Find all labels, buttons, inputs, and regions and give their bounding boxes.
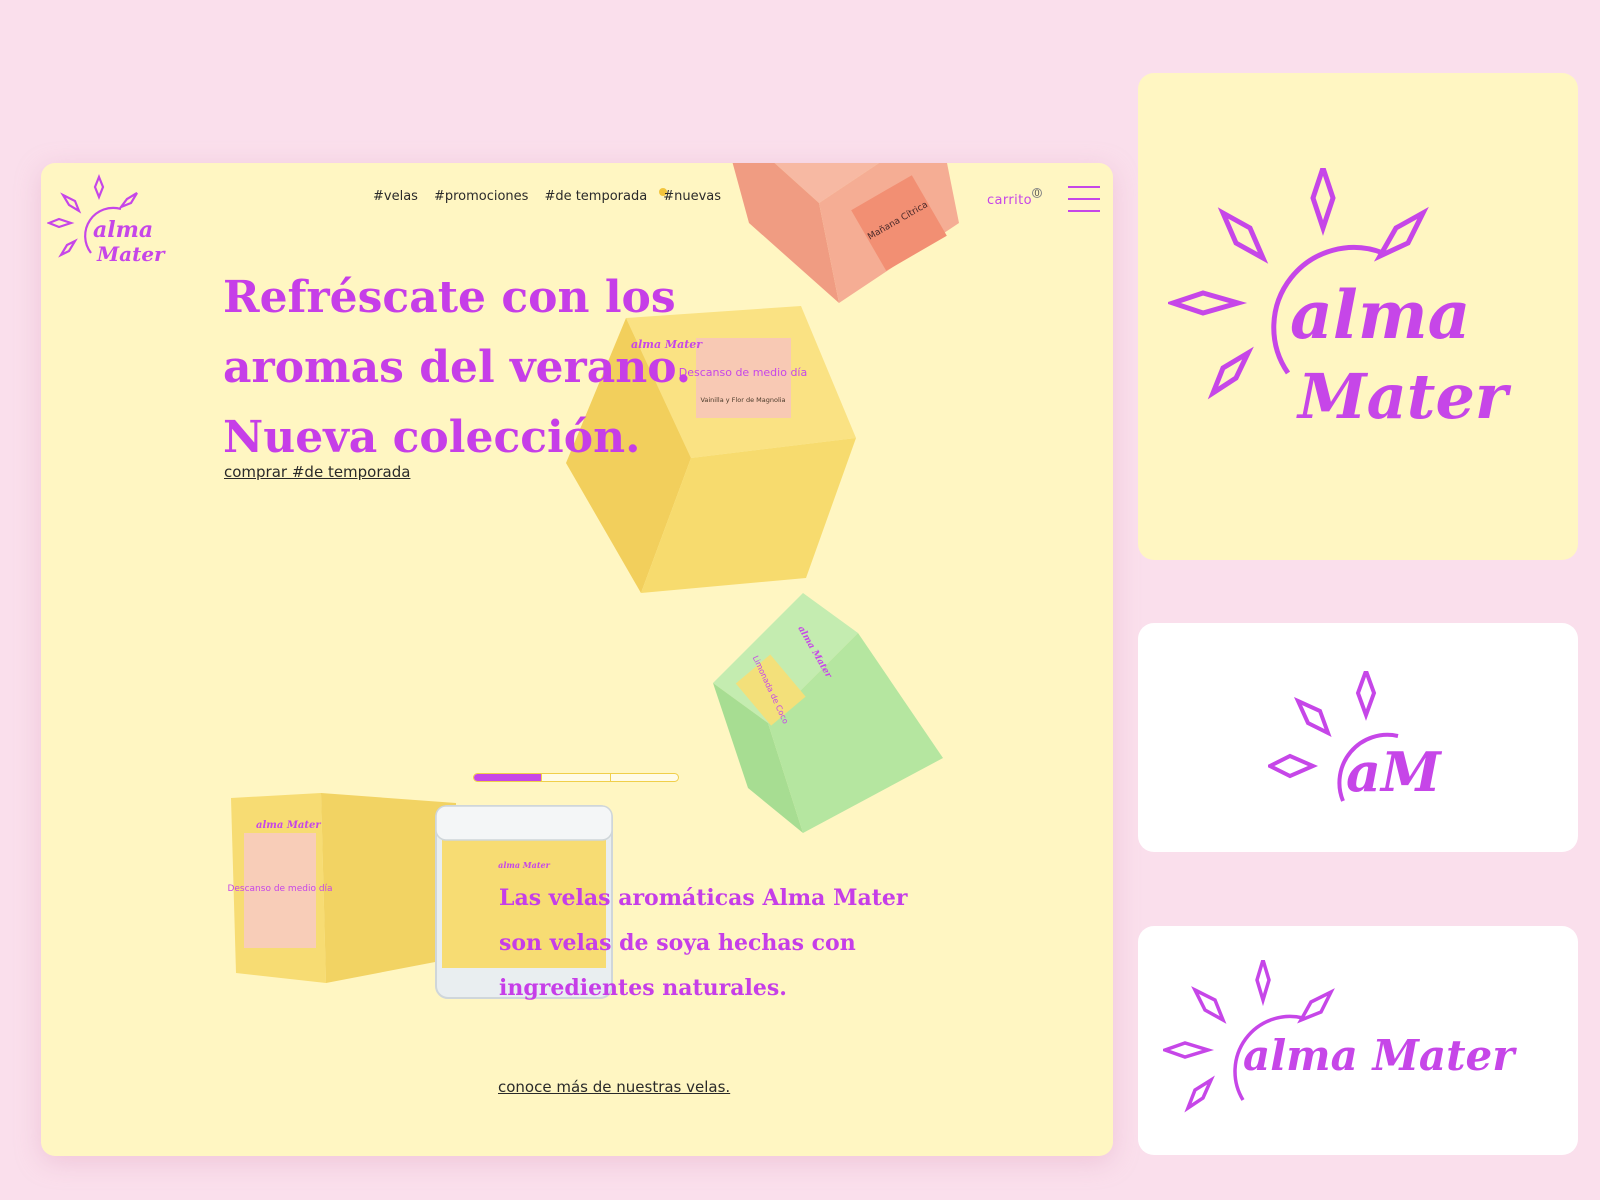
hero-title-line-2: aromas del verano. — [223, 342, 692, 393]
learn-more-link[interactable]: conoce más de nuestras velas. — [498, 1078, 730, 1096]
logo-card-primary: alma Mater — [1138, 73, 1578, 560]
carousel-dot-3[interactable] — [611, 774, 678, 781]
alma-mater-logo[interactable]: alma Mater — [47, 171, 187, 267]
nav-item-promociones[interactable]: #promociones — [434, 189, 529, 204]
svg-text:Mater: Mater — [96, 242, 166, 266]
jar-brand: alma Mater — [498, 860, 550, 870]
about-description: Las velas aromáticas Alma Mater son vela… — [499, 885, 908, 1001]
large-logo-line-2: Mater — [1296, 360, 1512, 433]
hamburger-menu-icon[interactable] — [1068, 186, 1100, 212]
shop-seasonal-link[interactable]: comprar #de temporada — [224, 463, 410, 481]
alma-mater-monogram: aM — [1268, 671, 1443, 804]
logo-card-monogram: aM — [1138, 623, 1578, 852]
website-mockup: alma Mater #velas #promociones #de tempo… — [41, 163, 1113, 1156]
carousel-indicator[interactable] — [473, 773, 679, 782]
monogram-text: aM — [1346, 740, 1443, 804]
alma-mater-logo-horizontal: alma Mater — [1163, 960, 1517, 1113]
large-logo-line-1: alma — [1290, 276, 1470, 354]
logo-card-horizontal: alma Mater — [1138, 926, 1578, 1155]
photo-box-label: Descanso de medio día — [227, 884, 332, 894]
hero-title: Refréscate con los aromas del verano. Nu… — [223, 263, 783, 473]
green-candle-box: Limonada de Coco alma Mater — [713, 593, 943, 833]
alma-mater-logo-large: alma Mater — [1168, 168, 1512, 433]
photo-box-brand: alma Mater — [256, 820, 321, 831]
cart-count-badge: 0 — [1032, 188, 1042, 198]
carousel-dot-1[interactable] — [474, 774, 543, 781]
main-nav: #velas #promociones #de temporada #nueva… — [373, 188, 721, 204]
hero-title-line-1: Refréscate con los — [223, 272, 676, 323]
cart-link[interactable]: carrito — [987, 193, 1032, 208]
svg-text:alma: alma — [93, 217, 153, 243]
carousel-dot-2[interactable] — [542, 774, 611, 781]
nav-item-de-temporada[interactable]: #de temporada — [544, 189, 647, 204]
nav-item-velas[interactable]: #velas — [373, 189, 418, 204]
horizontal-logo-text: alma Mater — [1243, 1031, 1517, 1080]
